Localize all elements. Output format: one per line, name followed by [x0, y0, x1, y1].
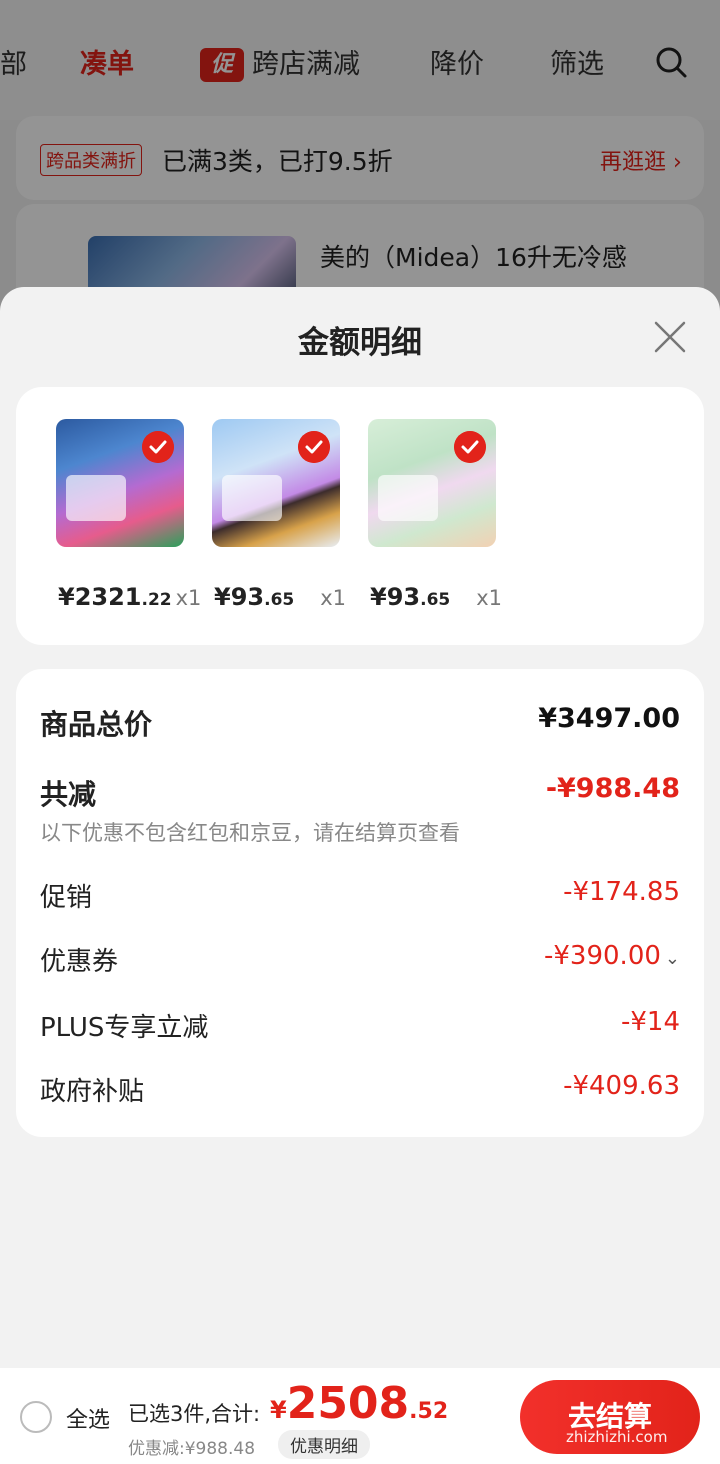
subsidy-value: -¥409.63	[563, 1071, 680, 1101]
select-all-radio[interactable]	[20, 1401, 52, 1433]
amount-dec: .52	[409, 1399, 449, 1424]
close-icon[interactable]	[650, 317, 690, 357]
watermark: zhizhizhi.com	[566, 1428, 668, 1446]
check-icon	[454, 431, 486, 463]
goods-card: ¥2321.22 x1 ¥93.65 x1 ¥93.65 x1	[16, 387, 704, 645]
currency-symbol: ¥	[270, 1396, 287, 1424]
good-price: ¥2321.22 x1	[58, 583, 201, 611]
price-dec: .65	[264, 590, 295, 610]
total-value: ¥3497.00	[538, 703, 680, 734]
reduce-value: -¥988.48	[545, 773, 680, 804]
plus-value: -¥14	[620, 1007, 680, 1037]
subsidy-label: 政府补贴	[40, 1077, 145, 1107]
summary-label: 已选3件,合计:	[128, 1402, 261, 1426]
product-image	[368, 419, 496, 547]
product-image-detail	[378, 475, 438, 521]
product-image-detail	[222, 475, 282, 521]
price-int: ¥93	[370, 583, 421, 611]
product-image	[56, 419, 184, 547]
discount-text: 优惠减:¥988.48	[128, 1439, 256, 1459]
amount-detail-card: 商品总价 ¥3497.00 共减 -¥988.48 以下优惠不包含红包和京豆，请…	[16, 669, 704, 1137]
reduce-note: 以下优惠不包含红包和京豆，请在结算页查看	[40, 821, 460, 845]
dim-overlay[interactable]	[0, 0, 720, 300]
price-dec: .22	[141, 590, 172, 610]
qty: x1	[320, 586, 347, 610]
coupon-label: 优惠券	[40, 947, 119, 977]
reduce-label: 共减	[40, 778, 97, 811]
product-image-detail	[66, 475, 126, 521]
amount-int: 2508	[286, 1378, 410, 1429]
select-all-label[interactable]: 全选	[66, 1402, 110, 1434]
promotion-value: -¥174.85	[563, 877, 680, 907]
discount-detail-button[interactable]: 优惠明细	[278, 1430, 370, 1459]
price-dec: .65	[420, 590, 451, 610]
background-page: 部 凑单 促跨店满减 降价 筛选 跨品类满折 已满3类，已打9.5折 再逛逛 ›…	[0, 0, 720, 316]
plus-label: PLUS专享立减	[40, 1013, 209, 1043]
good-price: ¥93.65 x1	[370, 583, 502, 611]
coupon-value[interactable]: -¥390.00 ⌄	[544, 941, 680, 971]
check-icon	[298, 431, 330, 463]
chevron-down-icon: ⌄	[664, 948, 680, 969]
coupon-amount: -¥390.00	[544, 941, 661, 971]
product-image	[212, 419, 340, 547]
qty: x1	[476, 586, 503, 610]
promotion-label: 促销	[40, 883, 93, 913]
bottom-bar: 全选 已选3件,合计: ¥2508.52 优惠减:¥988.48 优惠明细 去结…	[0, 1368, 720, 1464]
qty: x1	[175, 586, 202, 610]
price-int: ¥2321	[58, 583, 142, 611]
check-icon	[142, 431, 174, 463]
total-amount: ¥2508.52	[270, 1378, 448, 1429]
amount-detail-sheet: 金额明细 ¥2321.22 x1 ¥93.65 x1 ¥93.65 x1 商品总…	[0, 287, 720, 1464]
total-label: 商品总价	[40, 708, 153, 741]
price-int: ¥93	[214, 583, 265, 611]
sheet-title: 金额明细	[298, 325, 422, 361]
good-price: ¥93.65 x1	[214, 583, 346, 611]
